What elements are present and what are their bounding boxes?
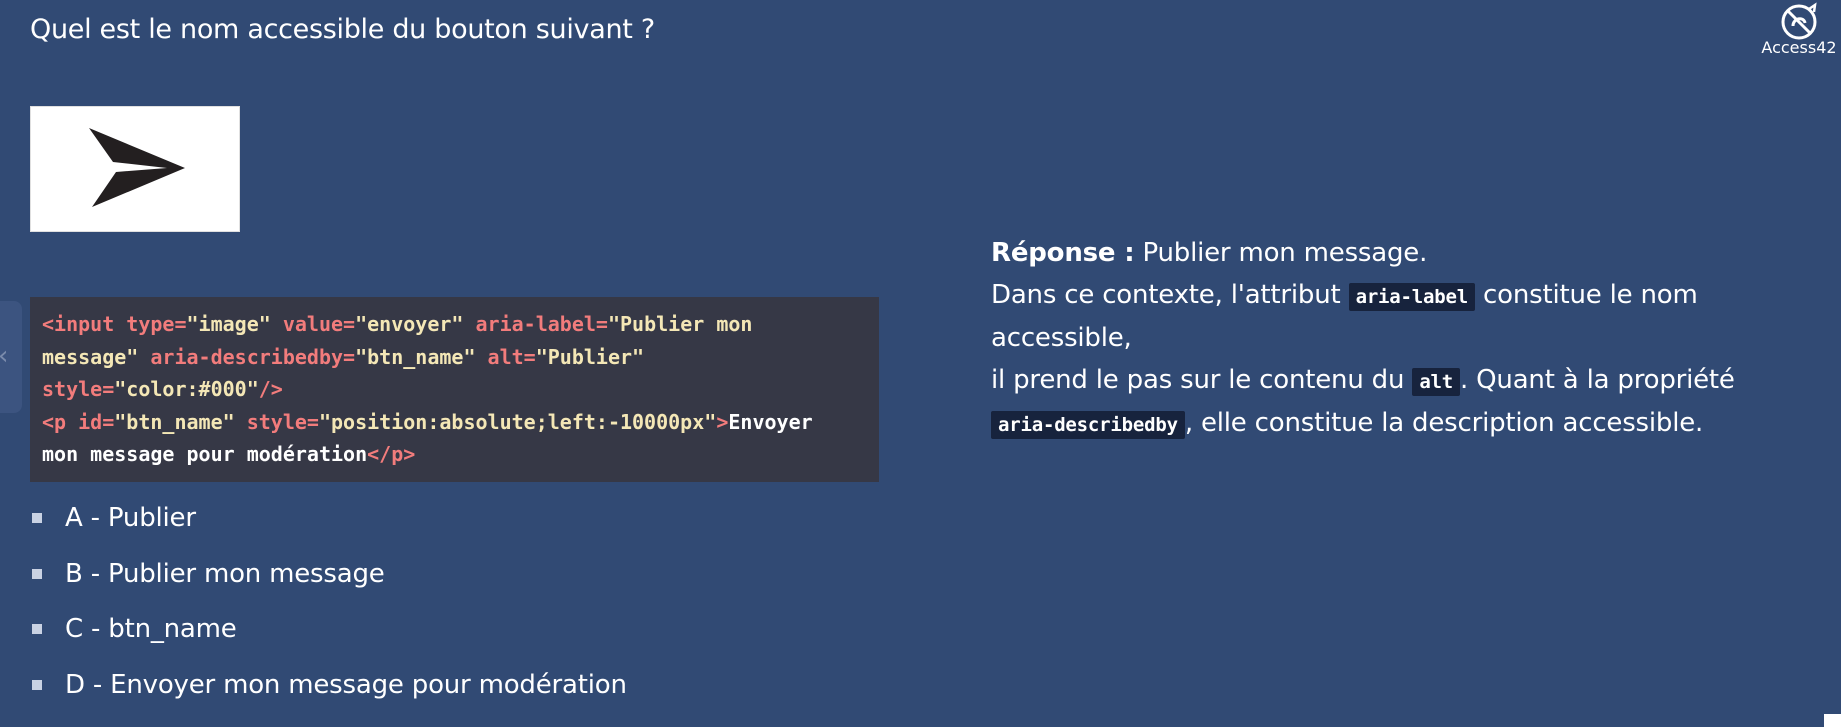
code-token: "color:#000" — [114, 377, 259, 401]
code-line: mon message pour modération</p> — [42, 438, 867, 471]
code-token: "image" — [186, 312, 283, 336]
access42-logo[interactable]: Access42 — [1757, 2, 1841, 57]
option-label: C - btn_name — [65, 614, 237, 644]
answer-label: Réponse : — [991, 238, 1135, 268]
code-token: <p — [42, 409, 79, 434]
option-label: B - Publier mon message — [65, 558, 385, 589]
answer-value: Publier mon message. — [1134, 238, 1428, 268]
square-bullet-icon — [32, 568, 42, 579]
code-token: style= — [246, 409, 319, 434]
inline-code-aria-describedby: aria-describedby — [991, 411, 1185, 439]
answer-text: Dans ce contexte, l'attribut — [991, 279, 1349, 310]
code-token: <input — [42, 312, 127, 336]
answer-text: , elle constitue la description accessib… — [1184, 408, 1704, 438]
code-token: </p> — [367, 442, 416, 466]
inline-code-alt: alt — [1412, 367, 1461, 396]
chevron-left-icon: ‹ — [0, 341, 8, 371]
code-token: id= — [78, 409, 115, 434]
send-arrow-icon — [89, 128, 185, 207]
inline-code-aria-label: aria-label — [1348, 282, 1475, 311]
previous-slide-tab[interactable]: ‹ — [0, 301, 22, 413]
code-token: "btn_name" — [355, 344, 488, 369]
code-token: "Publier" — [535, 344, 645, 369]
square-bullet-icon — [32, 624, 42, 634]
option-item: D - Envoyer mon message pour modération — [30, 665, 627, 721]
square-bullet-icon — [32, 513, 42, 523]
code-token: type= — [126, 312, 187, 336]
code-token: > — [716, 409, 729, 434]
answer-text: il prend le pas sur le contenu du — [991, 364, 1413, 395]
option-item: B - Publier mon message — [30, 554, 627, 610]
code-line: message" aria-describedby="btn_name" alt… — [42, 341, 867, 374]
code-token: aria-describedby= — [150, 344, 356, 369]
answer-panel: Réponse : Publier mon message. Dans ce c… — [991, 233, 1841, 447]
answer-line-2: Dans ce contexte, l'attribut aria-label … — [991, 275, 1841, 360]
code-token: Envoyer — [728, 409, 813, 434]
code-token: "btn_name" — [114, 409, 247, 434]
code-token: message" — [42, 344, 151, 369]
code-token: value= — [282, 312, 356, 336]
code-token: "position:absolute;left:-10000px" — [318, 409, 717, 434]
code-line: <input type="image" value="envoyer" aria… — [42, 308, 867, 341]
code-token: mon message pour modération — [42, 442, 368, 466]
access42-logo-icon — [1781, 2, 1817, 40]
code-line: <p id="btn_name" style="position:absolut… — [42, 406, 867, 439]
option-label: D - Envoyer mon message pour modération — [65, 669, 627, 700]
logo-text: Access42 — [1761, 38, 1837, 57]
option-label: A - Publier — [65, 503, 196, 533]
button-image[interactable] — [30, 106, 240, 232]
corner-marker — [1824, 714, 1841, 727]
option-item: A - Publier — [30, 498, 627, 554]
code-token: style= — [42, 377, 115, 401]
option-item: C - btn_name — [30, 609, 627, 665]
question-title: Quel est le nom accessible du bouton sui… — [30, 14, 655, 45]
code-token: "Publier mon — [607, 312, 753, 336]
code-block: <input type="image" value="envoyer" aria… — [30, 297, 879, 482]
code-token: /> — [258, 377, 283, 401]
answer-line-4: aria-describedby, elle constitue la desc… — [991, 403, 1841, 447]
code-token: "envoyer" — [355, 312, 476, 336]
answer-line-1: Réponse : Publier mon message. — [991, 233, 1841, 275]
answer-text: . Quant à la propriété — [1460, 364, 1735, 395]
code-token: alt= — [487, 344, 536, 369]
code-line: style="color:#000"/> — [42, 373, 867, 406]
answer-line-3: il prend le pas sur le contenu du alt. Q… — [991, 360, 1841, 404]
square-bullet-icon — [32, 679, 42, 690]
code-token: aria-label= — [475, 312, 608, 336]
answer-options: A - Publier B - Publier mon message C - bt… — [30, 498, 627, 720]
